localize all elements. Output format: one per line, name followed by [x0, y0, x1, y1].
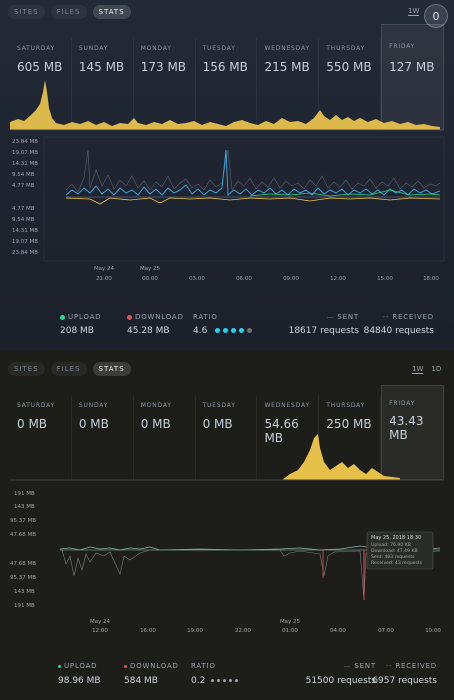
x-axis-labels: May 24 May 25 12:00 16:00 19:00 22:00 01… [90, 619, 441, 634]
ratio-dots-icon [211, 676, 241, 686]
y-tick: 19.07 MB [12, 239, 38, 245]
x-tick: 04:00 [330, 628, 346, 634]
tooltip-download: Download: 47.49 KB [371, 548, 418, 554]
tooltip-upload: Upload: 76.90 KB [371, 542, 411, 548]
y-tick: 191 MB [14, 491, 35, 497]
download-trace [65, 197, 441, 205]
x-axis-labels: May 24 May 25 21:00 00:00 03:00 06:00 09… [94, 266, 439, 282]
y-tick: 95.37 MB [10, 575, 36, 581]
x-tick: 16:00 [140, 628, 156, 634]
x-tick: 06:00 [236, 276, 252, 282]
traffic-chart: 23.84 MB 19.07 MB 14.31 MB 9.54 MB 4.77 … [10, 80, 445, 282]
y-tick: 191 MB [14, 603, 35, 609]
sent-stat: — SENT 51500 requests [305, 662, 376, 686]
sent-stat: — SENT 18617 requests [288, 313, 359, 336]
tooltip-title: May 25, 2018 18:30 [371, 535, 421, 541]
y-tick: 23.84 MB [12, 139, 38, 145]
upload-dot-icon [58, 664, 61, 668]
download-value: 45.28 MB [127, 326, 170, 336]
x-tick: 10:00 [425, 628, 441, 634]
y-tick: 4.77 MB [12, 183, 35, 189]
x-tick: 01:00 [282, 628, 298, 634]
received-stat: -- RECEIVED 6957 requests [372, 662, 437, 686]
y-tick: 9.54 MB [12, 217, 35, 223]
received-label: RECEIVED [392, 313, 434, 321]
upload-dot-icon [60, 314, 65, 320]
x-tick: 00:00 [142, 276, 158, 282]
x-tick: 07:00 [378, 628, 394, 634]
x-tick: 22:00 [235, 628, 251, 634]
ratio-row: 0.2 [191, 676, 241, 686]
upload-stat: UPLOAD 98.96 MB [58, 662, 101, 686]
tooltip-received: Received: 43 requests [371, 560, 423, 566]
weekly-traffic-area [282, 434, 400, 480]
x-tick: 12:00 [92, 628, 108, 634]
upload-stat: UPLOAD 208 MB [60, 313, 101, 336]
tooltip-sent: Sent: 483 requests [371, 554, 415, 560]
x-tick: 12:00 [330, 276, 346, 282]
y-tick: 143 MB [14, 589, 35, 595]
x-tick: 09:00 [283, 276, 299, 282]
y-tick: 14.31 MB [12, 228, 38, 234]
y-tick: 95.37 MB [10, 518, 36, 524]
received-label: RECEIVED [395, 662, 437, 670]
stats-panel-top: SITES FILES STATS 1W 0 SATURDAY 605 MB SU… [0, 0, 454, 350]
ratio-stat: RATIO 0.2 [191, 662, 241, 686]
y-axis-labels: 191 MB 143 MB 95.37 MB 47.68 MB 47.68 MB… [10, 491, 36, 609]
download-label: DOWNLOAD [130, 662, 179, 670]
ratio-label: RATIO [191, 662, 216, 670]
y-tick: 47.68 MB [10, 561, 36, 567]
download-label: DOWNLOAD [135, 313, 184, 321]
x-tick: 15:00 [377, 276, 393, 282]
traffic-chart: 191 MB 143 MB 95.37 MB 47.68 MB 47.68 MB… [10, 434, 444, 634]
download-dot-icon [127, 314, 132, 320]
upload-trace [65, 149, 441, 197]
upload-label: UPLOAD [64, 662, 98, 670]
x-date: May 24 [94, 266, 115, 272]
hover-tooltip: May 25, 2018 18:30 Upload: 76.90 KB Down… [366, 531, 434, 570]
ratio-stat: RATIO 4.6 [193, 313, 255, 336]
x-date: May 25 [140, 266, 161, 272]
x-tick: 18:00 [423, 276, 439, 282]
sent-value: 18617 requests [288, 326, 359, 336]
upload-value: 98.96 MB [58, 676, 101, 686]
x-tick: 19:00 [187, 628, 203, 634]
y-tick: 9.54 MB [12, 172, 35, 178]
ratio-dots-icon [215, 326, 255, 336]
x-date: May 25 [280, 619, 301, 625]
y-tick: 23.84 MB [12, 250, 38, 256]
weekly-traffic-area [10, 80, 440, 130]
sent-value: 51500 requests [305, 676, 376, 686]
ratio-value: 4.6 [193, 326, 208, 336]
ratio-label: RATIO [193, 313, 218, 321]
ratio-row: 4.6 [193, 326, 255, 336]
x-tick: 03:00 [189, 276, 205, 282]
x-tick: 21:00 [96, 276, 112, 282]
received-stat: -- RECEIVED 84840 requests [363, 313, 434, 336]
y-axis-labels: 23.84 MB 19.07 MB 14.31 MB 9.54 MB 4.77 … [12, 139, 38, 256]
received-value: 84840 requests [363, 326, 434, 336]
received-value: 6957 requests [372, 676, 437, 686]
y-tick: 19.07 MB [12, 150, 38, 156]
upload-value: 208 MB [60, 326, 94, 336]
download-stat: DOWNLOAD 584 MB [124, 662, 179, 686]
stats-panel-bottom: SITES FILES STATS 1W 1D SATURDAY 0 MB SUN… [0, 350, 454, 700]
ratio-value: 0.2 [191, 676, 206, 686]
download-dot-icon [124, 664, 127, 668]
upload-label: UPLOAD [68, 313, 102, 321]
y-tick: 14.31 MB [12, 161, 38, 167]
x-date: May 24 [90, 619, 111, 625]
y-tick: 4.77 MB [12, 206, 35, 212]
y-tick: 47.68 MB [10, 532, 36, 538]
requests-trace [65, 149, 441, 193]
download-value: 584 MB [124, 676, 158, 686]
y-tick: 143 MB [14, 504, 35, 510]
download-stat: DOWNLOAD 45.28 MB [127, 313, 184, 336]
sent-label: SENT [337, 313, 359, 321]
